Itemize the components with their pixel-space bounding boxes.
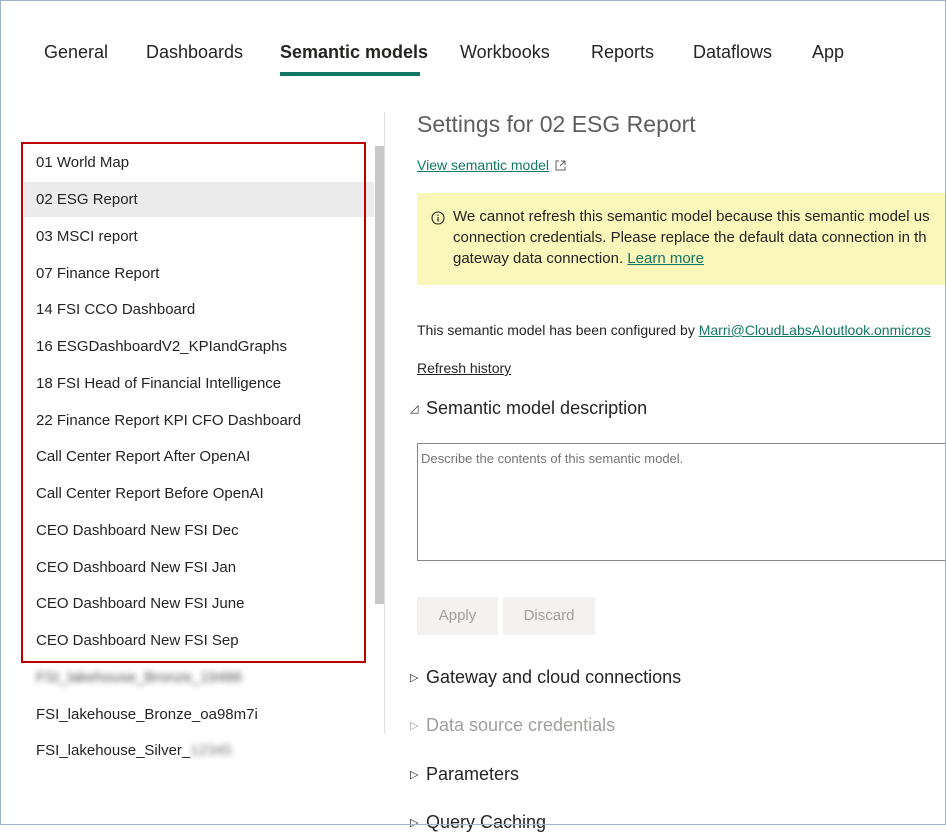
list-item[interactable]: 18 FSI Head of Financial Intelligence: [24, 366, 374, 401]
description-heading: Semantic model description: [426, 398, 648, 418]
tab-semantic-models[interactable]: Semantic models: [280, 42, 428, 63]
gateway-heading: Gateway and cloud connections: [426, 667, 682, 687]
collapsed-caret-icon: ▷: [410, 720, 419, 732]
tab-general[interactable]: General: [44, 42, 108, 63]
data-source-section-header[interactable]: ▷ Data source credentials: [410, 715, 615, 736]
list-item[interactable]: FSI_lakehouse_Bronze_oa98m7i: [24, 697, 374, 732]
list-item[interactable]: FSI_lakehouse_Silver_12345: [24, 733, 374, 765]
list-item-label: FSI_lakehouse_Silver_: [36, 742, 191, 759]
data-source-heading: Data source credentials: [426, 715, 616, 735]
panel-divider: [384, 112, 385, 734]
list-item[interactable]: Call Center Report After OpenAI: [24, 439, 374, 474]
warning-line: gateway data connection. Learn more: [453, 248, 946, 269]
collapsed-caret-icon: ▷: [410, 769, 419, 781]
query-caching-section-header[interactable]: ▷ Query Caching: [410, 812, 546, 833]
description-textarea-box: [417, 443, 946, 561]
list-item[interactable]: CEO Dashboard New FSI Dec: [24, 513, 374, 548]
active-tab-underline: [280, 72, 420, 76]
list-item[interactable]: 03 MSCI report: [24, 219, 374, 254]
view-semantic-model-link[interactable]: View semantic model: [417, 157, 566, 173]
list-item[interactable]: 22 Finance Report KPI CFO Dashboard: [24, 403, 374, 438]
view-link-label: View semantic model: [417, 157, 550, 173]
warning-line: connection credentials. Please replace t…: [453, 229, 927, 246]
sidebar-scrollbar[interactable]: [375, 146, 384, 604]
external-link-icon: [555, 160, 566, 171]
owner-email-link[interactable]: Marri@CloudLabsAIoutlook.onmicros: [699, 322, 931, 338]
learn-more-link[interactable]: Learn more: [627, 250, 704, 267]
parameters-heading: Parameters: [426, 764, 520, 784]
discard-button[interactable]: Discard: [503, 597, 595, 635]
tab-reports[interactable]: Reports: [591, 42, 654, 63]
list-item[interactable]: Call Center Report Before OpenAI: [24, 476, 374, 511]
tab-workbooks[interactable]: Workbooks: [460, 42, 550, 63]
tab-app[interactable]: App: [812, 42, 844, 63]
info-icon: [431, 211, 445, 225]
warning-banner: We cannot refresh this semantic model be…: [417, 193, 946, 285]
collapsed-caret-icon: ▷: [410, 672, 419, 684]
list-item[interactable]: 14 FSI CCO Dashboard: [24, 292, 374, 327]
list-item[interactable]: 07 Finance Report: [24, 256, 374, 291]
page-title: Settings for 02 ESG Report: [417, 111, 696, 137]
parameters-section-header[interactable]: ▷ Parameters: [410, 764, 519, 785]
description-section-header[interactable]: ◿ Semantic model description: [410, 398, 647, 419]
expanded-caret-icon: ◿: [410, 403, 419, 415]
list-item-selected[interactable]: 02 ESG Report: [24, 182, 374, 217]
list-item[interactable]: CEO Dashboard New FSI Sep: [24, 623, 374, 658]
configured-prefix: This semantic model has been configured …: [417, 322, 695, 338]
gateway-section-header[interactable]: ▷ Gateway and cloud connections: [410, 667, 681, 688]
query-caching-heading: Query Caching: [426, 812, 547, 832]
list-item-redacted[interactable]: FSI_lakehouse_Bronze_19486: [24, 660, 374, 695]
warning-text: We cannot refresh this semantic model be…: [453, 206, 946, 269]
redacted-suffix: 12345: [190, 742, 232, 759]
collapsed-caret-icon: ▷: [410, 817, 419, 829]
description-input[interactable]: [418, 444, 946, 560]
apply-button[interactable]: Apply: [417, 597, 498, 635]
warning-line-text: gateway data connection.: [453, 250, 624, 267]
tab-dashboards[interactable]: Dashboards: [146, 42, 243, 63]
configured-by-text: This semantic model has been configured …: [417, 322, 931, 338]
refresh-history-link[interactable]: Refresh history: [417, 360, 511, 376]
tab-dataflows[interactable]: Dataflows: [693, 42, 772, 63]
warning-line: We cannot refresh this semantic model be…: [453, 208, 930, 225]
list-item[interactable]: 16 ESGDashboardV2_KPIandGraphs: [24, 329, 374, 364]
semantic-model-list: 01 World Map 02 ESG Report 03 MSCI repor…: [24, 145, 376, 765]
list-item[interactable]: CEO Dashboard New FSI June: [24, 586, 374, 621]
list-item[interactable]: 01 World Map: [24, 145, 374, 180]
list-item[interactable]: CEO Dashboard New FSI Jan: [24, 550, 374, 585]
